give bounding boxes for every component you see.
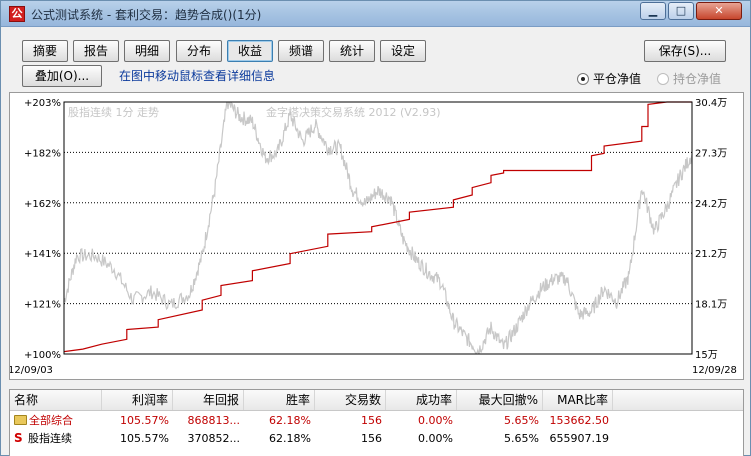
radio-dot-icon bbox=[657, 72, 669, 85]
table-row[interactable]: S 股指连续 105.57% 370852... 62.18% 156 0.00%… bbox=[10, 430, 743, 447]
maximize-button[interactable]: □ bbox=[668, 2, 694, 20]
cell-win-rate: 62.18% bbox=[269, 414, 311, 427]
tab-summary[interactable]: 摘要 bbox=[22, 40, 68, 62]
cell-annual-return: 370852... bbox=[187, 432, 240, 445]
radio-hold-equity-label: 持仓净值 bbox=[673, 72, 722, 86]
right-tick-label: 27.3万 bbox=[695, 148, 727, 159]
radio-hold-equity: 持仓净值 bbox=[657, 70, 721, 87]
toolbar: 摘要 报告 明细 分布 收益 频谱 统计 设定 保存(S)... 叠加(O)..… bbox=[1, 29, 750, 87]
chart-grid bbox=[64, 151, 692, 305]
title-bar[interactable]: 公 公式测试系统 - 套利交易：趋势合成()(1分) ▁ □ ✕ bbox=[1, 1, 750, 27]
radio-close-equity[interactable]: 平仓净值 bbox=[577, 70, 641, 87]
tab-distribution[interactable]: 分布 bbox=[176, 40, 222, 62]
radio-close-equity-label: 平仓净值 bbox=[593, 72, 642, 86]
row-name: 股指连续 bbox=[28, 432, 72, 445]
cell-profit-rate: 105.57% bbox=[120, 432, 169, 445]
row-name-cell: S 股指连续 bbox=[10, 430, 102, 447]
left-tick-label: +162% bbox=[24, 199, 61, 210]
left-tick-label: +100% bbox=[24, 350, 61, 361]
minimize-button[interactable]: ▁ bbox=[640, 2, 666, 20]
col-trade-count[interactable]: 交易数 bbox=[315, 390, 386, 410]
chart-svg[interactable]: 股指连续 1分 走势 金字塔决策交易系统 2012 (V2.93) +203%+… bbox=[8, 93, 743, 379]
equity-line bbox=[63, 101, 692, 353]
col-annual-return[interactable]: 年回报 bbox=[173, 390, 244, 410]
col-profit-rate[interactable]: 利润率 bbox=[102, 390, 173, 410]
left-tick-label: +203% bbox=[24, 98, 61, 109]
save-button[interactable]: 保存(S)... bbox=[644, 40, 726, 62]
cell-trade-count: 156 bbox=[361, 414, 382, 427]
row-name: 全部综合 bbox=[29, 414, 73, 427]
window-title: 公式测试系统 - 套利交易：趋势合成()(1分) bbox=[31, 8, 262, 22]
right-tick-label: 21.2万 bbox=[695, 249, 727, 260]
cell-mar-ratio: 655907.19 bbox=[549, 432, 610, 445]
s-icon: S bbox=[14, 431, 23, 445]
formula-test-window: 公 公式测试系统 - 套利交易：趋势合成()(1分) ▁ □ ✕ 摘要 报告 明… bbox=[0, 0, 751, 456]
cell-max-drawdown: 5.65% bbox=[504, 414, 539, 427]
x-end-label: 12/09/28 bbox=[692, 365, 737, 376]
equity-series bbox=[63, 101, 692, 353]
col-success-rate[interactable]: 成功率 bbox=[386, 390, 457, 410]
cell-mar-ratio: 153662.50 bbox=[549, 414, 610, 427]
right-tick-label: 18.1万 bbox=[695, 300, 727, 311]
chart-watermark: 金字塔决策交易系统 2012 (V2.93) bbox=[266, 105, 441, 119]
cell-success-rate: 0.00% bbox=[418, 432, 453, 445]
hint-text: 在图中移动鼠标查看详细信息 bbox=[119, 69, 276, 83]
tab-spectrum[interactable]: 频谱 bbox=[278, 40, 324, 62]
right-tick-label: 15万 bbox=[695, 350, 718, 361]
row-name-cell: 全部综合 bbox=[10, 412, 102, 429]
col-name[interactable]: 名称 bbox=[10, 390, 102, 410]
price-series bbox=[63, 101, 693, 354]
col-win-rate[interactable]: 胜率 bbox=[244, 390, 315, 410]
price-line bbox=[63, 101, 693, 354]
table-header: 名称 利润率 年回报 胜率 交易数 成功率 最大回撤% MAR比率 bbox=[10, 390, 743, 411]
radio-dot-icon bbox=[577, 72, 589, 85]
equity-chart[interactable]: 股指连续 1分 走势 金字塔决策交易系统 2012 (V2.93) +203% +… bbox=[8, 92, 744, 380]
left-axis-ticks: +203% +182% +162% +141% +121% +100% bbox=[24, 98, 61, 361]
left-tick-label: +182% bbox=[24, 148, 61, 159]
x-start-label: 12/09/03 bbox=[10, 365, 53, 376]
tab-statistics[interactable]: 统计 bbox=[329, 40, 375, 62]
tab-settings[interactable]: 设定 bbox=[380, 40, 426, 62]
app-icon: 公 bbox=[9, 6, 25, 22]
table-row[interactable]: 全部综合 105.57% 868813... 62.18% 156 0.00% … bbox=[10, 412, 743, 429]
cell-win-rate: 62.18% bbox=[269, 432, 311, 445]
left-tick-label: +141% bbox=[24, 249, 61, 260]
overlay-button[interactable]: 叠加(O)... bbox=[22, 65, 102, 87]
plot-border bbox=[63, 101, 693, 355]
tab-report[interactable]: 报告 bbox=[73, 40, 119, 62]
results-table: 名称 利润率 年回报 胜率 交易数 成功率 最大回撤% MAR比率 全部综合 1… bbox=[9, 389, 744, 456]
col-max-drawdown[interactable]: 最大回撤% bbox=[457, 390, 543, 410]
tab-returns[interactable]: 收益 bbox=[227, 40, 273, 62]
cell-annual-return: 868813... bbox=[187, 414, 240, 427]
right-tick-label: 30.4万 bbox=[695, 98, 727, 109]
cell-profit-rate: 105.57% bbox=[120, 414, 169, 427]
right-axis-ticks: 30.4万 27.3万 24.2万 21.2万 18.1万 15万 bbox=[695, 98, 727, 361]
cell-success-rate: 0.00% bbox=[418, 414, 453, 427]
tab-detail[interactable]: 明细 bbox=[124, 40, 170, 62]
cell-trade-count: 156 bbox=[361, 432, 382, 445]
right-tick-label: 24.2万 bbox=[695, 199, 727, 210]
folder-icon bbox=[14, 415, 27, 425]
chart-axes bbox=[63, 101, 693, 355]
col-mar-ratio[interactable]: MAR比率 bbox=[543, 390, 613, 410]
chart-title: 股指连续 1分 走势 bbox=[68, 105, 159, 119]
left-tick-label: +121% bbox=[24, 300, 61, 311]
cell-max-drawdown: 5.65% bbox=[504, 432, 539, 445]
close-button[interactable]: ✕ bbox=[696, 2, 742, 20]
